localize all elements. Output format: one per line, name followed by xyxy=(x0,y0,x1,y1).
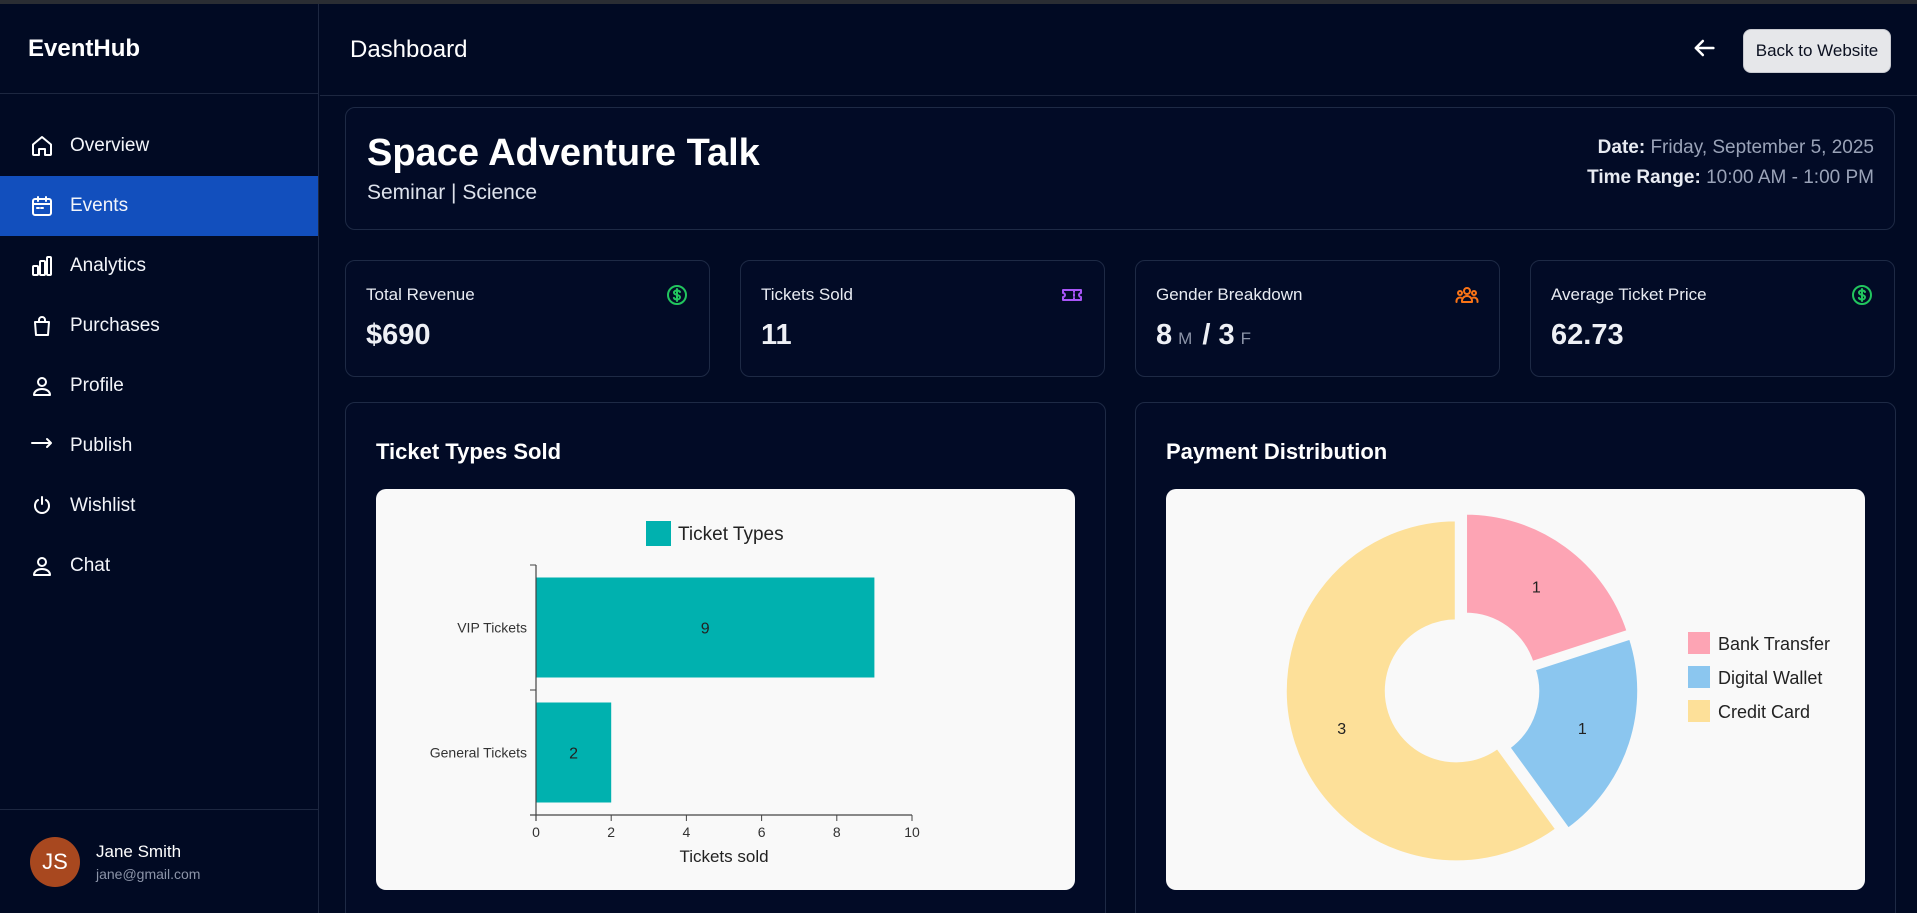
sidebar-item-label: Publish xyxy=(70,435,133,456)
slice-data-label: 1 xyxy=(1578,721,1587,738)
brand-logo[interactable]: EventHub xyxy=(0,4,318,94)
x-tick-label: 8 xyxy=(833,824,841,840)
chart-title: Ticket Types Sold xyxy=(376,439,562,464)
stat-card-average-ticket-price: Average Ticket Price 62.73 xyxy=(1530,260,1895,377)
users-icon xyxy=(1455,287,1479,303)
sidebar-item-events[interactable]: Events xyxy=(0,176,318,236)
legend-swatch xyxy=(1688,632,1710,654)
sidebar-item-label: Overview xyxy=(70,135,150,156)
ticket-types-bar-chart: Ticket Types 9 VIP Tickets 2 General Tickets… xyxy=(430,521,920,866)
user-icon xyxy=(33,557,51,576)
dollar-circle-icon xyxy=(667,285,687,305)
y-tick-label: General Tickets xyxy=(430,745,527,761)
sidebar-item-label: Purchases xyxy=(70,315,160,336)
stat-value: 11 xyxy=(761,319,792,351)
payment-doughnut-chart: 1 1 3 Bank Transfer Digital Wallet Credit Car… xyxy=(1283,511,1830,864)
payment-chart-panel: 1 1 3 Bank Transfer Digital Wallet Credit Car… xyxy=(1166,489,1865,890)
event-time-label: Time Range: xyxy=(1587,167,1701,188)
event-date: Date: Friday, September 5, 2025 xyxy=(1587,133,1874,163)
sidebar-item-analytics[interactable]: Analytics xyxy=(0,236,318,296)
sidebar-item-label: Analytics xyxy=(70,255,147,276)
event-date-label: Date: xyxy=(1597,137,1646,158)
legend-label: Bank Transfer xyxy=(1718,634,1830,654)
sidebar: EventHub Overview Events Analytics Purch… xyxy=(0,4,319,913)
x-tick-label: 4 xyxy=(683,824,691,840)
arrow-left-icon[interactable] xyxy=(1690,34,1718,62)
sidebar-item-label: Events xyxy=(70,195,129,216)
legend-swatch xyxy=(1688,700,1710,722)
legend-label: Credit Card xyxy=(1718,702,1810,722)
slice-data-label: 1 xyxy=(1532,580,1541,597)
male-count: 8 xyxy=(1156,319,1173,351)
slice-data-label: 3 xyxy=(1337,721,1346,738)
sidebar-item-chat[interactable]: Chat xyxy=(0,536,318,596)
heart-icon xyxy=(34,496,50,514)
x-tick-label: 0 xyxy=(532,824,540,840)
x-tick-label: 6 xyxy=(758,824,766,840)
sidebar-item-label: Profile xyxy=(70,375,124,396)
back-to-website-button[interactable]: Back to Website xyxy=(1743,29,1891,73)
legend-label: Ticket Types xyxy=(678,524,784,545)
x-tick-label: 10 xyxy=(904,824,920,840)
legend-swatch xyxy=(1688,666,1710,688)
top-header: Dashboard Back to Website xyxy=(320,4,1917,96)
pie-slice xyxy=(1464,511,1631,665)
stat-label: Total Revenue xyxy=(366,285,475,304)
stat-card-total-revenue: Total Revenue $690 xyxy=(345,260,710,377)
event-time-value: 10:00 AM - 1:00 PM xyxy=(1706,167,1874,188)
ticket-types-chart-panel: Ticket Types 9 VIP Tickets 2 General Tickets… xyxy=(376,489,1075,890)
sidebar-item-profile[interactable]: Profile xyxy=(0,356,318,416)
bar-chart-icon xyxy=(32,256,52,276)
event-summary-card: Space Adventure Talk Seminar | Science D… xyxy=(345,107,1895,230)
user-icon xyxy=(33,377,51,396)
bar-data-label: 2 xyxy=(569,746,578,763)
event-date-value: Friday, September 5, 2025 xyxy=(1650,137,1874,158)
payment-distribution-card: Payment Distribution 1 1 3 Bank Transfer Dig… xyxy=(1135,402,1896,913)
sidebar-item-publish[interactable]: Publish xyxy=(0,416,318,476)
legend-label: Digital Wallet xyxy=(1718,668,1822,688)
female-unit: F xyxy=(1240,329,1251,348)
sidebar-item-purchases[interactable]: Purchases xyxy=(0,296,318,356)
sidebar-item-overview[interactable]: Overview xyxy=(0,116,318,176)
event-subtitle: Seminar | Science xyxy=(367,181,538,204)
shopping-bag-icon xyxy=(34,316,50,336)
ticket-icon xyxy=(1062,289,1082,301)
sidebar-item-wishlist[interactable]: Wishlist xyxy=(0,476,318,536)
stat-value: 62.73 xyxy=(1551,319,1624,351)
event-title: Space Adventure Talk xyxy=(367,132,760,174)
stat-value: $690 xyxy=(366,319,431,351)
legend-swatch xyxy=(646,521,671,546)
stat-label: Average Ticket Price xyxy=(1551,285,1707,304)
bar-data-label: 9 xyxy=(701,621,710,638)
page-title: Dashboard xyxy=(350,36,468,63)
calendar-icon xyxy=(32,196,52,216)
stat-card-tickets-sold: Tickets Sold 11 xyxy=(740,260,1105,377)
avatar: JS xyxy=(30,836,80,887)
dollar-circle-icon xyxy=(1852,285,1872,305)
stat-label: Tickets Sold xyxy=(761,285,853,304)
sidebar-nav: Overview Events Analytics Purchases Prof… xyxy=(0,116,318,596)
gender-separator: / xyxy=(1202,319,1211,351)
user-email: jane@gmail.com xyxy=(96,865,201,882)
x-tick-label: 2 xyxy=(607,824,615,840)
stat-label: Gender Breakdown xyxy=(1156,285,1303,304)
sidebar-item-label: Chat xyxy=(70,555,111,576)
user-name: Jane Smith xyxy=(96,841,182,861)
male-unit: M xyxy=(1178,329,1193,348)
user-info: Jane Smith jane@gmail.com xyxy=(96,842,200,882)
stat-value: 8 M / 3F xyxy=(1156,319,1261,352)
x-axis-label: Tickets sold xyxy=(679,847,768,866)
user-profile[interactable]: JS Jane Smith jane@gmail.com xyxy=(0,809,318,913)
chart-title: Payment Distribution xyxy=(1166,439,1388,464)
sidebar-item-label: Wishlist xyxy=(70,495,136,516)
stat-card-gender-breakdown: Gender Breakdown 8 M / 3F xyxy=(1135,260,1500,377)
home-icon xyxy=(32,136,52,156)
event-meta: Date: Friday, September 5, 2025 Time Ran… xyxy=(1587,133,1874,193)
event-time: Time Range: 10:00 AM - 1:00 PM xyxy=(1587,163,1874,193)
female-count: 3 xyxy=(1218,319,1235,351)
y-tick-label: VIP Tickets xyxy=(457,620,527,636)
ticket-types-card: Ticket Types Sold Ticket Types 9 VIP Ticke… xyxy=(345,402,1106,913)
arrow-right-icon xyxy=(31,438,52,448)
